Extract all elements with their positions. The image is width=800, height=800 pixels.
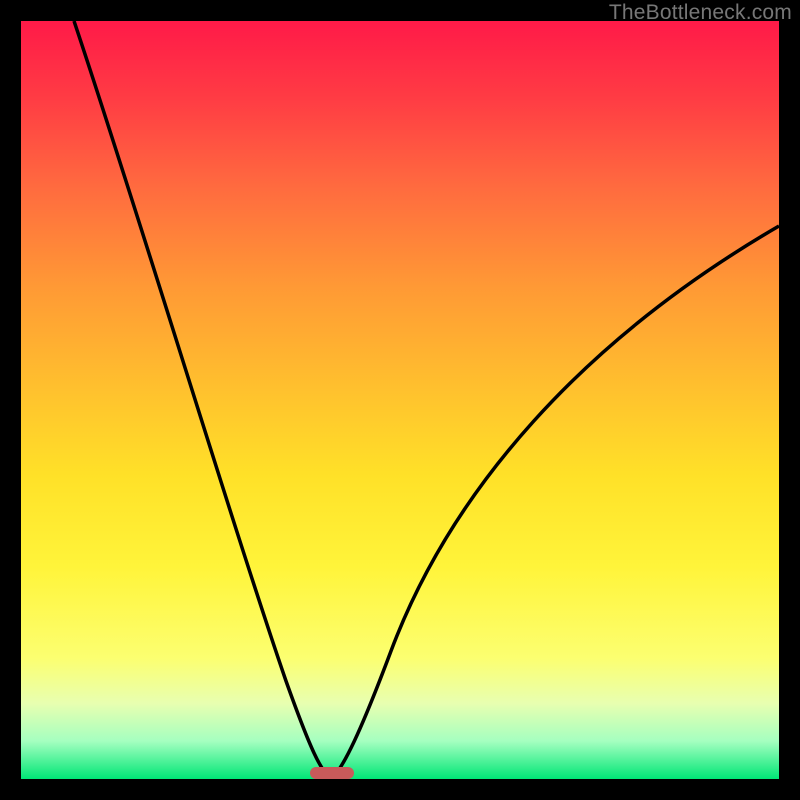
- watermark-text: TheBottleneck.com: [609, 1, 792, 25]
- chart-curves-svg: [21, 21, 779, 779]
- bottleneck-marker: [310, 767, 354, 779]
- chart-plot-area: [21, 21, 779, 779]
- curve-left-arm: [74, 21, 331, 779]
- curve-right-arm: [331, 226, 779, 779]
